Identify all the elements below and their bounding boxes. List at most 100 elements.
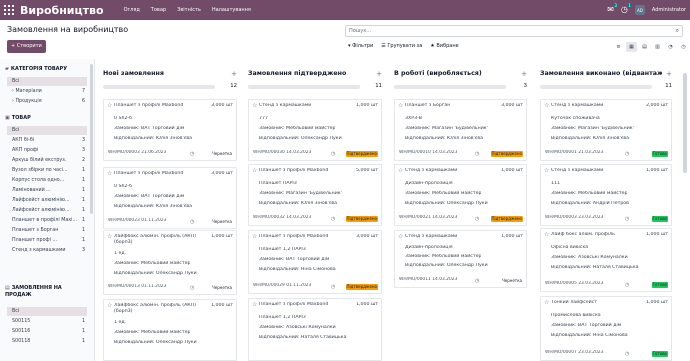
star-icon[interactable]: ☆ xyxy=(107,103,112,109)
star-icon[interactable]: ☆ xyxy=(398,234,403,240)
activity-clock-icon[interactable]: ◷ xyxy=(625,282,629,288)
filters-button[interactable]: ▾ Фільтри xyxy=(348,43,373,49)
menu-item-product[interactable]: Товар xyxy=(151,7,166,13)
new-button[interactable]: + Створити xyxy=(7,40,46,53)
product-item-all[interactable]: Всі xyxy=(7,126,87,135)
column-title[interactable]: В роботі (виробляється) xyxy=(394,70,482,77)
groupby-button[interactable]: ☰ Групувати за xyxy=(381,43,422,49)
activity-clock-icon[interactable]: ◷ xyxy=(331,151,335,157)
column-progress-bar[interactable] xyxy=(248,85,360,89)
chat-icon[interactable]: ✉ 3 xyxy=(607,3,618,14)
activity-clock-icon[interactable]: ◷ xyxy=(475,151,479,157)
user-name[interactable]: Administrator xyxy=(652,7,686,13)
column-progress-bar[interactable] xyxy=(394,85,506,89)
product-item[interactable]: Планшет в профілі Maxi... 1 xyxy=(7,216,87,225)
product-item[interactable]: Планшет з Борган 1 xyxy=(7,226,87,235)
search-input[interactable]: Пошук... ⌕ xyxy=(345,25,683,37)
sale-order-item[interactable]: S00115 1 xyxy=(7,317,87,326)
favorites-button[interactable]: ★ Вибране xyxy=(430,43,458,49)
star-icon[interactable]: ☆ xyxy=(107,171,112,177)
apps-menu-icon[interactable] xyxy=(4,5,14,15)
mo-card[interactable]: ☆ Лайф бокс алюм. профіль 1,000 шт Офісн… xyxy=(540,228,672,292)
sale-order-item-all[interactable]: Всі xyxy=(7,307,87,316)
star-icon[interactable]: ☆ xyxy=(398,103,403,109)
product-item[interactable]: Вузол збірки по часі... 1 xyxy=(7,166,87,175)
activity-clock-icon[interactable]: ◷ xyxy=(190,151,194,157)
star-icon[interactable]: ☆ xyxy=(398,168,403,174)
sidepanel-scrollbar[interactable] xyxy=(90,64,93,214)
activity-clock-icon[interactable]: ◷ xyxy=(331,284,335,290)
kanban-view-icon[interactable]: ▦ xyxy=(626,42,637,52)
mo-card[interactable]: ☆ Лайфбокс алюмін. профіль (АКП) (борп3)… xyxy=(103,299,237,361)
activity-clock-icon[interactable]: ◷ xyxy=(331,216,335,222)
quick-create-icon[interactable]: + xyxy=(666,70,672,78)
card-qty: 1,000 шт xyxy=(356,103,378,108)
activity-clock-icon[interactable]: ◷ xyxy=(475,216,479,222)
product-item[interactable]: АКП бі-бі 3 xyxy=(7,136,87,145)
star-icon[interactable]: ☆ xyxy=(544,232,549,238)
column-progress-bar[interactable] xyxy=(540,85,652,89)
pivot-view-icon[interactable]: ▥ xyxy=(652,42,663,52)
star-icon[interactable]: ☆ xyxy=(252,302,257,308)
column-title[interactable]: Нові замовлення xyxy=(103,70,164,77)
activity-clock-icon[interactable]: ◷ xyxy=(475,278,479,284)
activity-view-icon[interactable]: ◷ xyxy=(678,42,689,52)
star-icon[interactable]: ☆ xyxy=(544,168,549,174)
star-icon[interactable]: ☆ xyxy=(544,300,549,306)
search-icon[interactable]: ⌕ xyxy=(676,27,679,35)
mo-card[interactable]: ☆ Стенд з кармашками 1,000 шт Дизайн-про… xyxy=(394,230,527,288)
mo-card[interactable]: ☆ Планшет з профілі Maxbond 1,000 шт Пла… xyxy=(248,298,382,361)
mo-card[interactable]: ☆ Планшет з профілі Maxbond 5,000 шт Пла… xyxy=(248,164,382,226)
graph-view-icon[interactable]: ◔ xyxy=(665,42,676,52)
column-progress-bar[interactable] xyxy=(103,85,215,89)
star-icon[interactable]: ☆ xyxy=(107,303,112,309)
category-item[interactable]: › Матеріали 7 xyxy=(7,87,87,96)
product-item[interactable]: АКП профі 3 xyxy=(7,146,87,155)
mo-card[interactable]: ☆ Стенд з кармашками 1,000 шт 777 Замовн… xyxy=(248,99,382,161)
menu-item-reporting[interactable]: Звітність xyxy=(177,7,201,13)
mo-card[interactable]: ☆ Стенд з кармашками 1,000 шт Дизайн-про… xyxy=(394,164,527,226)
mo-card[interactable]: ☆ Планшет з профілі Maxbond 3,000 шт 0 S… xyxy=(103,99,237,161)
user-avatar[interactable]: AD xyxy=(634,5,645,15)
quick-create-icon[interactable]: + xyxy=(231,70,237,78)
product-item[interactable]: Лайфсейст алюмінію... 1 xyxy=(7,196,87,205)
quick-create-icon[interactable]: + xyxy=(376,70,382,78)
activity-clock-icon[interactable]: ◷ xyxy=(625,216,629,222)
product-item[interactable]: Планшет профі ... 1 xyxy=(7,236,87,245)
sale-order-item[interactable]: S00118 1 xyxy=(7,337,87,346)
app-brand[interactable]: Виробництво xyxy=(20,4,104,17)
mo-card[interactable]: ☆ Планшет з профілі Maxbond 3,000 шт Пла… xyxy=(248,230,382,294)
category-item[interactable]: › Продукція 6 xyxy=(7,97,87,106)
product-item[interactable]: Корпус стола одно... 1 xyxy=(7,176,87,185)
activity-clock-icon[interactable]: ◷ xyxy=(190,219,194,225)
calendar-view-icon[interactable]: ▤ xyxy=(639,42,650,52)
activity-clock-icon[interactable]: ◷ xyxy=(190,285,194,291)
category-item-all[interactable]: Всі xyxy=(7,77,87,86)
star-icon[interactable]: ☆ xyxy=(252,103,257,109)
mo-card[interactable]: ☆ Планшет з профілі Maxbond 3,000 шт 0 S… xyxy=(103,167,237,229)
product-item[interactable]: Лайфсейст алюмінію... 1 xyxy=(7,206,87,215)
list-view-icon[interactable]: ≡ xyxy=(613,42,624,52)
kanban-scrollbar[interactable] xyxy=(683,73,687,173)
product-item[interactable]: Ламінований ... 1 xyxy=(7,186,87,195)
activity-clock-icon[interactable]: ◷ 1 xyxy=(621,3,632,14)
menu-item-overview[interactable]: Огляд xyxy=(124,7,140,13)
mo-card[interactable]: ☆ Планшет з Борган 3,000 шт ЗХРЗ-В Замов… xyxy=(394,99,527,161)
product-item[interactable]: Стенд з кармашками 3 xyxy=(7,246,87,255)
activity-clock-icon[interactable]: ◷ xyxy=(625,151,629,157)
column-title[interactable]: Замовлення підтверджено xyxy=(248,70,346,77)
menu-item-configuration[interactable]: Налаштування xyxy=(212,7,251,13)
star-icon[interactable]: ☆ xyxy=(544,103,549,109)
sale-order-item[interactable]: S00116 1 xyxy=(7,327,87,336)
star-icon[interactable]: ☆ xyxy=(252,234,257,240)
quick-create-icon[interactable]: + xyxy=(521,70,527,78)
mo-card[interactable]: ☆ Тонкий лайфсейст 1,000 шт Промислова в… xyxy=(540,296,672,361)
star-icon[interactable]: ☆ xyxy=(107,234,112,240)
star-icon[interactable]: ☆ xyxy=(252,168,257,174)
product-item[interactable]: Аркуш білий екструз. 2 xyxy=(7,156,87,165)
mo-card[interactable]: ☆ Стенд з кармашками 1,000 шт 111 Замовн… xyxy=(540,164,672,226)
activity-clock-icon[interactable]: ◷ xyxy=(625,351,629,357)
mo-card[interactable]: ☆ Лайфбокс алюмін. профіль (АКП) (борп3)… xyxy=(103,230,237,295)
column-title[interactable]: Замовлення виконано (відвантажено) xyxy=(540,70,662,77)
mo-card[interactable]: ☆ Стенд з кармашками 2,000 шт Куточок сп… xyxy=(540,99,672,161)
